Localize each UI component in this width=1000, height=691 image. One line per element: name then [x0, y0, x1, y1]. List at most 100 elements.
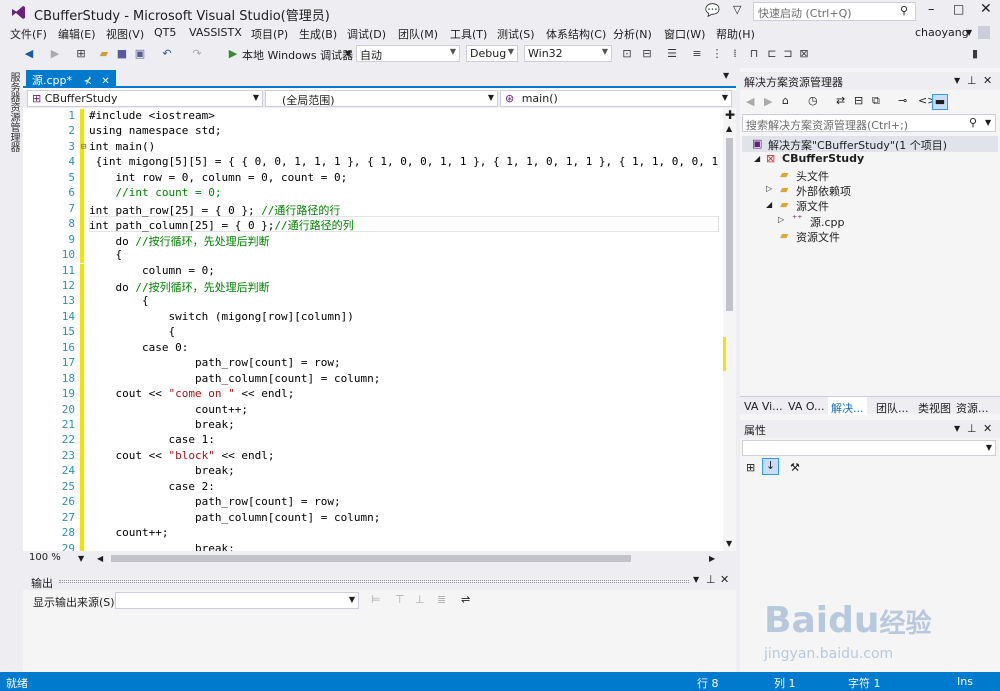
- debugger-dropdown-icon[interactable]: ▼: [345, 49, 351, 58]
- scroll-down-icon[interactable]: ▼: [726, 539, 732, 548]
- alphabetical-icon[interactable]: ↓: [762, 458, 779, 475]
- menu-view[interactable]: 视图(V): [106, 26, 144, 42]
- code-line[interactable]: cout << "come on " << endl;: [89, 387, 294, 400]
- prev-bookmark-icon[interactable]: ⊏: [765, 46, 779, 60]
- code-line[interactable]: cout << "block" << endl;: [89, 449, 274, 462]
- filter-icon[interactable]: ▽: [733, 3, 741, 16]
- menu-tools[interactable]: 工具(T): [450, 26, 487, 42]
- output-next-icon[interactable]: ⊥: [415, 593, 425, 606]
- code-line[interactable]: count++;: [89, 526, 168, 539]
- se-back-icon[interactable]: ◀: [746, 95, 754, 108]
- code-line[interactable]: {int migong[5][5] = { { 0, 0, 1, 1, 1 },…: [89, 155, 723, 168]
- se-properties-icon[interactable]: ⊸: [898, 94, 907, 107]
- horizontal-scroll-thumb[interactable]: [111, 555, 631, 562]
- redo-icon[interactable]: ↷: [190, 46, 204, 60]
- scroll-right-icon[interactable]: ▶: [709, 554, 715, 563]
- code-line[interactable]: int row = 0, column = 0, count = 0;: [89, 171, 347, 184]
- save-icon[interactable]: ■: [115, 46, 129, 60]
- code-line[interactable]: int path_row[25] = { 0 }; //通行路径的行: [89, 202, 340, 218]
- properties-object-select[interactable]: ▼: [742, 440, 996, 456]
- horizontal-scrollbar[interactable]: 100 % ▼ ◀ ▶: [23, 551, 736, 566]
- feedback-icon[interactable]: 💬: [705, 3, 720, 17]
- output-prev-icon[interactable]: ⊤: [395, 593, 405, 606]
- se-pin-icon[interactable]: ⊥: [967, 74, 977, 87]
- code-line[interactable]: break;: [89, 542, 235, 551]
- code-line[interactable]: #include <iostream>: [89, 109, 215, 122]
- output-find-icon[interactable]: ⊨: [371, 593, 381, 606]
- code-line[interactable]: using namespace std;: [89, 124, 221, 137]
- breakpoint-icon[interactable]: ⊟: [640, 46, 654, 60]
- tab-va-view[interactable]: VA Vi...: [744, 400, 783, 413]
- member-select[interactable]: ⊛ main() ▼: [500, 90, 732, 107]
- se-search-box[interactable]: 搜索解决方案资源管理器(Ctrl+;) ⚲ ▼: [742, 114, 996, 132]
- tree-header-files[interactable]: 头文件: [796, 168, 829, 184]
- user-name[interactable]: chaoyang: [915, 26, 969, 39]
- se-sync-icon[interactable]: ⇄: [836, 94, 845, 107]
- output-clear-icon[interactable]: ≣: [437, 593, 446, 606]
- split-icon[interactable]: ✚: [725, 108, 735, 122]
- code-line[interactable]: {: [89, 325, 175, 338]
- forward-icon[interactable]: ▶: [48, 46, 62, 60]
- solution-mode-select[interactable]: 自动 ▼: [356, 45, 460, 62]
- zoom-level[interactable]: 100 %: [29, 552, 61, 563]
- se-collapse-icon[interactable]: ⊟: [854, 94, 863, 107]
- format-icon[interactable]: ≡: [690, 46, 704, 60]
- config-select[interactable]: Debug ▼: [466, 45, 518, 62]
- menu-test[interactable]: 测试(S): [497, 26, 535, 42]
- comment-icon[interactable]: ⋮: [710, 46, 724, 60]
- code-line[interactable]: do //按行循环，先处理后判断: [89, 233, 269, 249]
- expand-icon[interactable]: ◢: [754, 154, 760, 163]
- tab-resource-view[interactable]: 资源...: [956, 400, 989, 416]
- code-line[interactable]: {: [89, 294, 149, 307]
- code-line[interactable]: //int count = 0;: [89, 186, 221, 199]
- expand-icon[interactable]: ◢: [766, 200, 772, 209]
- code-line[interactable]: int path_column[25] = { 0 };//通行路径的列: [89, 217, 354, 233]
- collapse-arrow-icon[interactable]: ▷: [766, 184, 772, 193]
- menu-help[interactable]: 帮助(H): [716, 26, 755, 42]
- vertical-scrollbar[interactable]: ✚ ▲ ▼: [723, 108, 736, 551]
- maximize-icon[interactable]: □: [953, 2, 964, 16]
- back-icon[interactable]: ◀: [22, 46, 36, 60]
- output-close-icon[interactable]: ✕: [720, 573, 729, 586]
- start-debug-icon[interactable]: ▶: [226, 46, 240, 60]
- debugger-label[interactable]: 本地 Windows 调试器: [242, 47, 353, 63]
- vertical-scroll-thumb[interactable]: [726, 138, 733, 311]
- open-file-icon[interactable]: ▰: [97, 46, 111, 60]
- code-line[interactable]: count++;: [89, 403, 248, 416]
- scroll-left-icon[interactable]: ◀: [97, 554, 103, 563]
- global-scope-select[interactable]: (全局范围) ▼: [265, 90, 498, 107]
- close-icon[interactable]: ✕: [980, 1, 992, 17]
- undo-icon[interactable]: ↶: [160, 46, 174, 60]
- se-home-icon[interactable]: ⌂: [782, 94, 789, 107]
- menu-qt5[interactable]: QT5: [154, 26, 176, 39]
- se-forward-icon[interactable]: ▶: [764, 95, 772, 108]
- se-show-all-icon[interactable]: ⧉: [872, 94, 880, 108]
- property-pages-icon[interactable]: ⚒: [790, 461, 800, 474]
- code-line[interactable]: case 0:: [89, 341, 188, 354]
- tree-source-files[interactable]: 源文件: [796, 198, 829, 214]
- props-dropdown-icon[interactable]: ▼: [954, 424, 960, 433]
- se-history-icon[interactable]: ◷: [808, 94, 818, 107]
- server-explorer-tab[interactable]: 服务器资源管理器: [6, 72, 21, 152]
- code-line[interactable]: do //按列循环，先处理后判断: [89, 279, 269, 295]
- quick-launch[interactable]: 快速启动 (Ctrl+Q) ⚲: [753, 2, 916, 21]
- platform-select[interactable]: Win32 ▼: [524, 45, 612, 62]
- uncomment-icon[interactable]: ⁞: [728, 46, 742, 60]
- tab-overflow-icon[interactable]: ▼: [723, 71, 729, 80]
- tab-source-cpp[interactable]: 源.cpp* ⊀ ✕: [26, 70, 116, 88]
- tab-close-icon[interactable]: ✕: [101, 76, 109, 87]
- code-line[interactable]: path_row[count] = row;: [89, 356, 341, 369]
- tree-solution[interactable]: 解决方案"CBufferStudy"(1 个项目): [768, 137, 947, 153]
- tree-project[interactable]: CBufferStudy: [782, 152, 864, 165]
- tab-solution-explorer[interactable]: 解决...: [828, 397, 867, 415]
- word-wrap-icon[interactable]: ⇌: [461, 593, 470, 606]
- bookmark-icon[interactable]: ⊓: [747, 46, 761, 60]
- code-line[interactable]: case 1:: [89, 433, 214, 446]
- new-project-icon[interactable]: ⊞: [74, 46, 88, 60]
- search-icon[interactable]: ⚲: [900, 4, 908, 17]
- next-bookmark-icon[interactable]: ⊐: [781, 46, 795, 60]
- user-dropdown-icon[interactable]: ▼: [966, 28, 972, 37]
- menu-architecture[interactable]: 体系结构(C): [546, 26, 606, 42]
- code-line[interactable]: {: [89, 248, 122, 261]
- toolbar-options-icon[interactable]: ▮: [968, 46, 982, 60]
